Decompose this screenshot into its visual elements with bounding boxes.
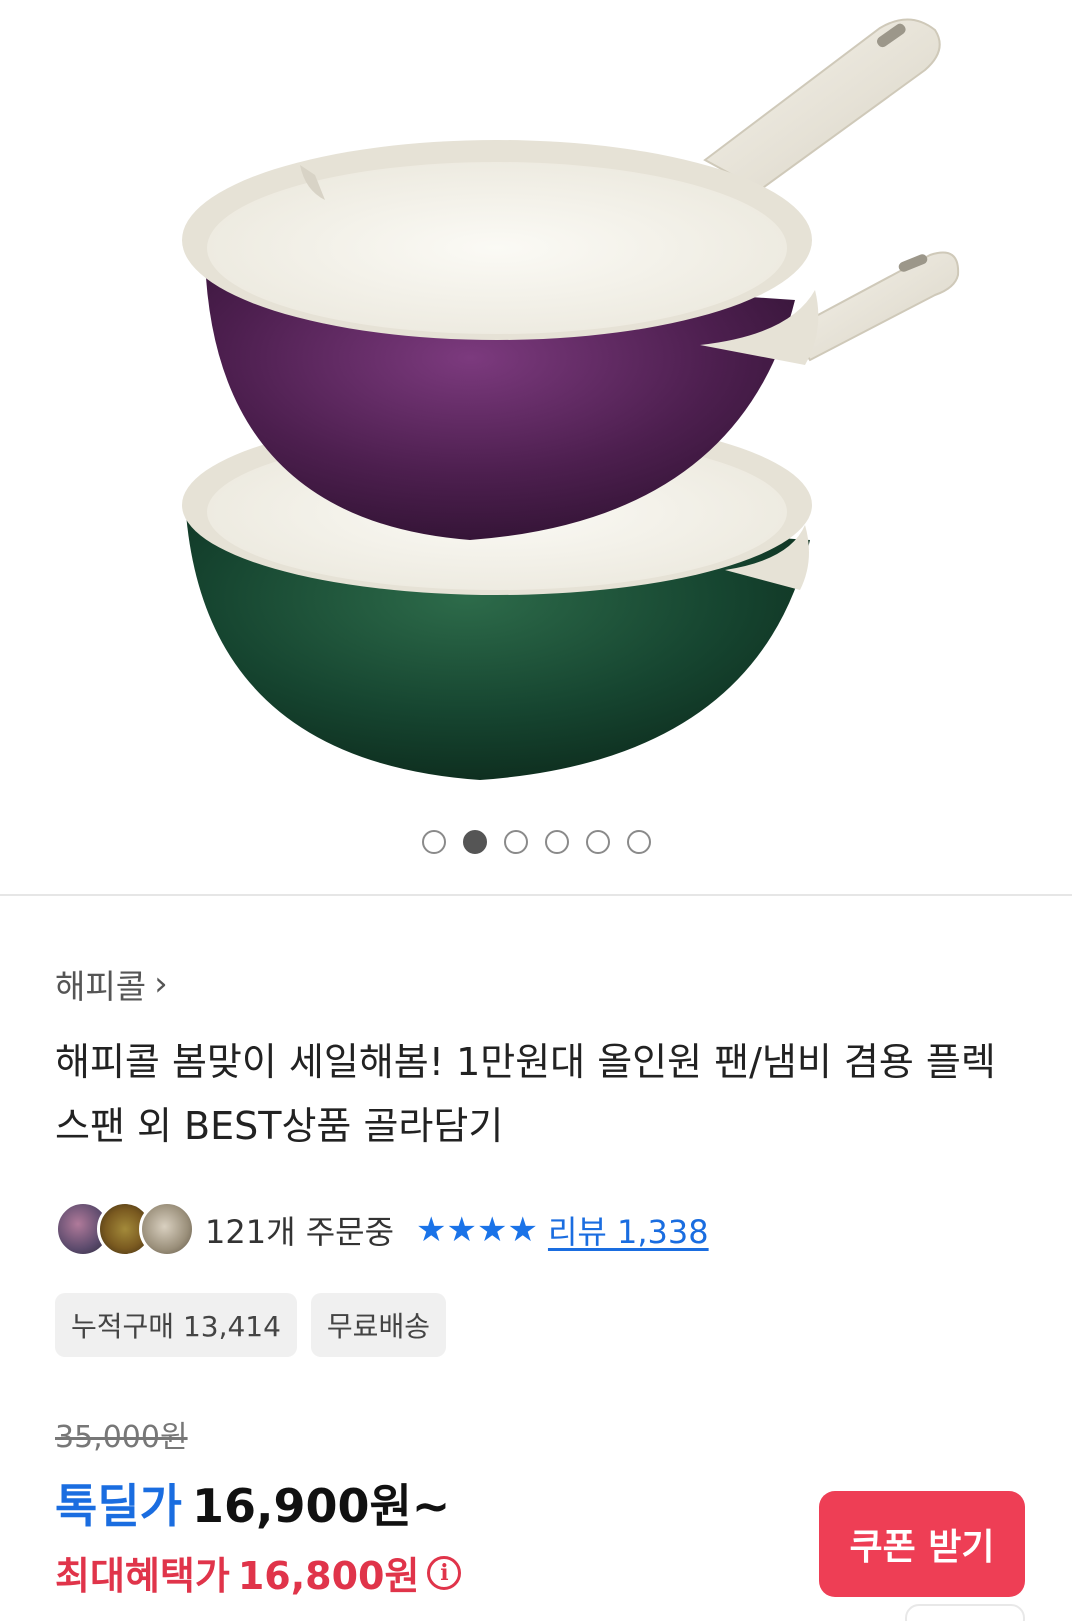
deal-price-label: 톡딜가 — [55, 1479, 182, 1533]
product-image — [182, 18, 960, 780]
deal-price-row: 톡딜가 16,900원~ — [55, 1470, 450, 1536]
carousel-dot-1[interactable] — [421, 830, 446, 854]
carousel-indicator — [0, 830, 1072, 854]
carousel-dot-5[interactable] — [585, 830, 610, 854]
purchase-stats-row: 121개 주문중 ★ ★ ★ ★ 리뷰 1,338 — [55, 1200, 709, 1260]
bottom-bar-partial — [905, 1604, 1025, 1621]
buyer-avatars — [55, 1201, 195, 1259]
product-image-gallery[interactable] — [0, 0, 1072, 895]
brand-name: 해피콜 — [55, 967, 147, 1006]
get-coupon-button[interactable]: 쿠폰 받기 — [819, 1491, 1025, 1597]
star-icon: ★ — [507, 1210, 538, 1250]
rating-stars: ★ ★ ★ ★ — [416, 1210, 538, 1250]
star-icon: ★ — [446, 1210, 478, 1250]
chevron-right-icon: › — [154, 964, 168, 1004]
carousel-dot-3[interactable] — [503, 830, 528, 854]
review-link[interactable]: 리뷰 1,338 — [548, 1207, 709, 1253]
star-icon: ★ — [476, 1210, 508, 1250]
star-icon: ★ — [416, 1210, 447, 1250]
tag-free-shipping: 무료배송 — [310, 1293, 446, 1357]
carousel-dot-4[interactable] — [544, 830, 569, 854]
brand-link[interactable]: 해피콜 › — [55, 960, 168, 1008]
avatar — [139, 1201, 195, 1257]
orders-count: 121개 주문중 — [205, 1213, 395, 1251]
product-title: 해피콜 봄맞이 세일해봄! 1만원대 올인원 팬/냄비 겸용 플렉스팬 외 BE… — [55, 1040, 996, 1148]
max-benefit-price: 16,800원 — [237, 1554, 420, 1598]
info-icon[interactable]: i — [427, 1555, 462, 1590]
max-benefit-label: 최대혜택가 — [55, 1554, 230, 1598]
carousel-dot-2[interactable] — [462, 830, 487, 854]
section-divider — [0, 894, 1072, 896]
original-price: 35,000원 — [55, 1420, 188, 1455]
carousel-dot-6[interactable] — [626, 830, 651, 854]
deal-price: 16,900원~ — [191, 1479, 451, 1533]
tag-cumulative-purchases: 누적구매 13,414 — [55, 1293, 297, 1357]
product-tags: 누적구매 13,414 무료배송 — [55, 1293, 446, 1357]
max-benefit-price-row: 최대혜택가 16,800원 i — [55, 1545, 462, 1600]
